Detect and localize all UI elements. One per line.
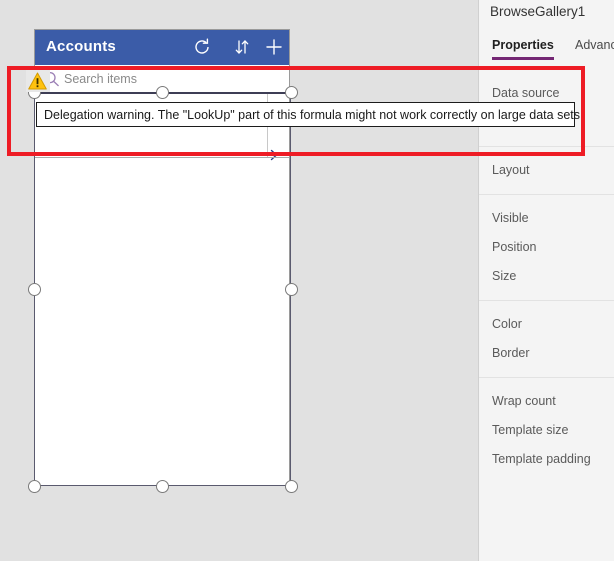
panel-tab-bar: Properties Advance	[479, 38, 614, 62]
resize-handle-bottom-right[interactable]	[284, 479, 298, 493]
property-group-list: Data source Fields Layout Visible Positi…	[479, 70, 614, 483]
property-row-template-size[interactable]: Template size	[479, 416, 614, 445]
property-row-border[interactable]: Border	[479, 339, 614, 368]
app-canvas: Accounts	[0, 0, 478, 561]
resize-handle-bottom-center[interactable]	[155, 479, 169, 493]
resize-handle-top-center[interactable]	[155, 85, 169, 99]
property-group: Visible Position Size	[479, 195, 614, 301]
gallery-header: Accounts	[35, 30, 289, 65]
property-group: Wrap count Template size Template paddin…	[479, 378, 614, 483]
tab-properties[interactable]: Properties	[492, 38, 554, 60]
add-icon[interactable]	[263, 36, 285, 58]
resize-handle-top-right[interactable]	[284, 85, 298, 99]
gallery-title: Accounts	[46, 38, 116, 55]
refresh-icon[interactable]	[191, 36, 213, 58]
tab-advanced[interactable]: Advance	[575, 38, 614, 52]
template-row-divider	[35, 157, 289, 158]
property-row-size[interactable]: Size	[479, 262, 614, 291]
gallery-items-area[interactable]	[35, 93, 289, 485]
resize-handle-middle-right[interactable]	[284, 282, 298, 296]
panel-title: BrowseGallery1	[490, 4, 586, 19]
property-group: Layout	[479, 147, 614, 195]
resize-handle-bottom-left[interactable]	[27, 479, 41, 493]
sort-icon[interactable]	[231, 36, 253, 58]
property-group: Color Border	[479, 301, 614, 378]
warning-triangle-icon	[28, 72, 47, 90]
property-row-wrap-count[interactable]: Wrap count	[479, 387, 614, 416]
delegation-warning-text: Delegation warning. The "LookUp" part of…	[44, 107, 584, 122]
delegation-warning-badge[interactable]	[26, 68, 50, 92]
resize-handle-middle-left[interactable]	[27, 282, 41, 296]
properties-panel: BrowseGallery1 Properties Advance Data s…	[478, 0, 614, 561]
search-input[interactable]	[64, 69, 274, 89]
property-row-layout[interactable]: Layout	[479, 156, 614, 185]
property-row-color[interactable]: Color	[479, 310, 614, 339]
property-row-template-padding[interactable]: Template padding	[479, 445, 614, 474]
property-row-visible[interactable]: Visible	[479, 204, 614, 233]
property-row-position[interactable]: Position	[479, 233, 614, 262]
delegation-warning-tooltip: Delegation warning. The "LookUp" part of…	[36, 102, 583, 127]
chevron-right-icon[interactable]	[267, 148, 281, 162]
